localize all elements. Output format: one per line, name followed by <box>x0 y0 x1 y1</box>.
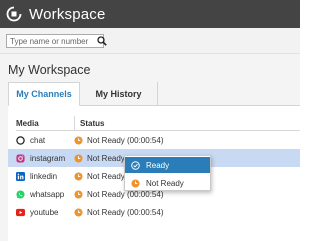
search-icon[interactable] <box>96 35 108 47</box>
main-area: My Workspace My Channels My History Medi… <box>0 54 300 241</box>
search-input[interactable] <box>6 34 104 48</box>
not-ready-clock-icon <box>74 189 83 199</box>
status-dropdown-menu: Ready Not Ready <box>124 155 211 191</box>
media-name: whatsapp <box>30 189 65 199</box>
linkedin-icon <box>16 171 25 181</box>
status-cell[interactable]: Not Ready (00:00:54) <box>74 208 164 217</box>
menu-item-not-ready[interactable]: Not Ready <box>125 175 210 191</box>
search-bar <box>0 28 300 54</box>
table-row[interactable]: chat Not Ready (00:00:54) <box>8 131 300 149</box>
youtube-icon <box>16 208 25 217</box>
not-ready-clock-icon <box>74 171 83 181</box>
whatsapp-icon <box>16 189 25 199</box>
media-name: youtube <box>30 207 59 217</box>
not-ready-clock-icon <box>74 135 83 145</box>
table-row[interactable]: youtube Not Ready (00:00:54) <box>8 203 300 221</box>
page-title: My Workspace <box>8 63 91 77</box>
media-cell: chat <box>16 136 45 145</box>
status-text: Not Ready (00:00:54) <box>87 135 164 145</box>
table-header: Media Status <box>16 116 300 131</box>
workspace-logo-icon <box>5 5 23 23</box>
tab-bar: My Channels My History <box>8 82 300 107</box>
instagram-icon <box>16 153 25 163</box>
column-header-status[interactable]: Status <box>74 116 104 130</box>
media-name: linkedin <box>30 171 58 181</box>
not-ready-clock-icon <box>131 178 140 188</box>
media-name: chat <box>30 135 46 145</box>
media-cell: linkedin <box>16 171 58 181</box>
status-text: Not Ready (00:00:54) <box>87 207 164 217</box>
title-bar: Workspace <box>0 0 300 28</box>
not-ready-clock-icon <box>74 207 83 217</box>
chat-icon <box>16 135 25 145</box>
app-title: Workspace <box>29 5 106 23</box>
ready-check-icon <box>131 160 140 170</box>
menu-item-label: Not Ready <box>146 178 184 188</box>
media-cell: instagram <box>16 154 65 163</box>
status-cell[interactable]: Not Ready (00:00:54) <box>74 136 164 145</box>
tab-my-channels[interactable]: My Channels <box>8 82 80 107</box>
column-header-media[interactable]: Media <box>16 119 39 128</box>
menu-item-label: Ready <box>146 160 170 170</box>
media-cell: whatsapp <box>16 190 64 199</box>
tab-my-history[interactable]: My History <box>80 82 158 106</box>
not-ready-clock-icon <box>74 153 83 163</box>
media-name: instagram <box>30 153 66 163</box>
media-cell: youtube <box>16 208 58 217</box>
menu-item-ready[interactable]: Ready <box>125 157 210 173</box>
